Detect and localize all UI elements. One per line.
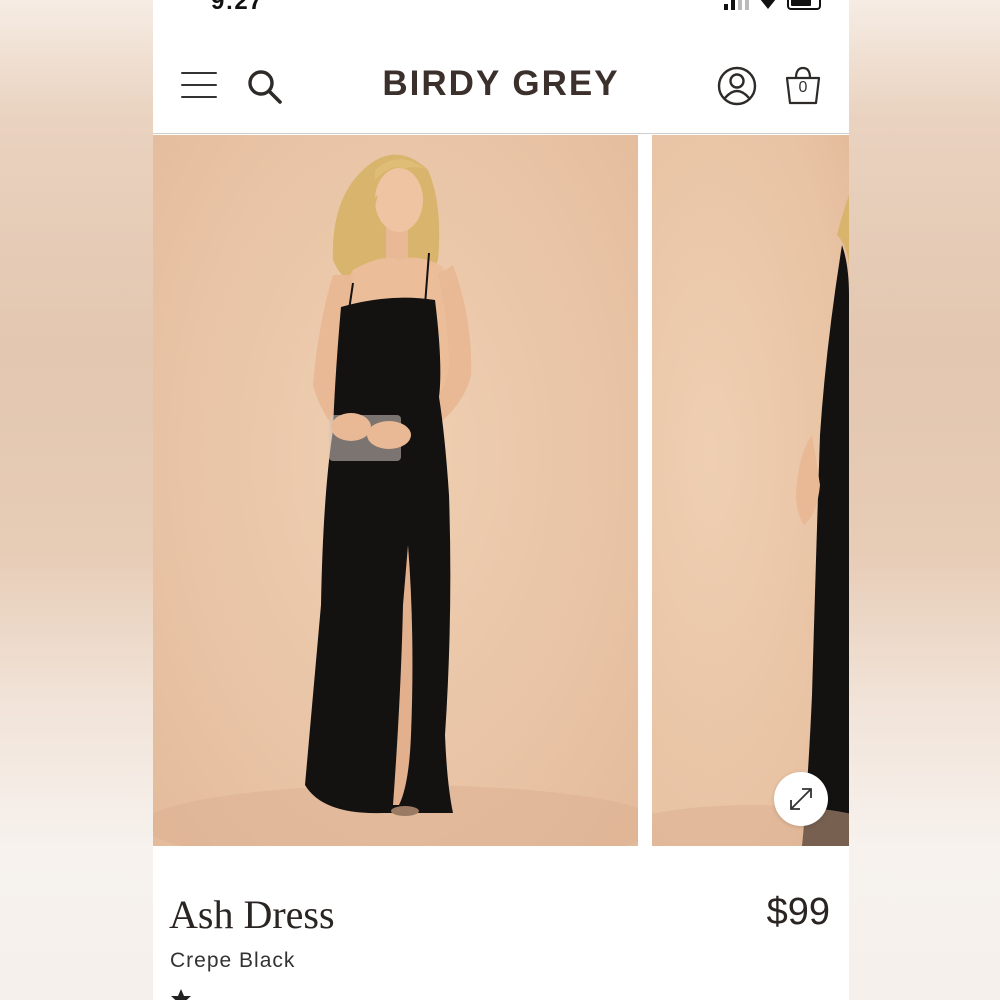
battery-icon [787, 0, 821, 10]
wifi-icon [760, 0, 776, 9]
star-icon [171, 989, 191, 1000]
hamburger-menu-icon[interactable] [181, 72, 217, 100]
shopping-bag-icon[interactable]: 0 [784, 66, 822, 106]
cellular-signal-icon [724, 0, 749, 10]
status-bar: 9:27 [153, 0, 849, 14]
site-header: BIRDY GREY 0 [153, 40, 849, 134]
product-photo-main[interactable] [153, 135, 638, 846]
product-photo-next[interactable] [652, 135, 849, 846]
search-icon[interactable] [246, 68, 284, 106]
cart-count: 0 [798, 79, 808, 96]
status-time: 9:27 [211, 0, 264, 14]
product-price: $99 [766, 891, 830, 933]
user-account-icon[interactable] [717, 66, 757, 106]
product-color: Crepe Black [170, 949, 296, 972]
blurred-background-right [849, 0, 1000, 1000]
phone-screen: 9:27 BIRDY GREY 0 Ash Dress $99 Crepe Bl… [153, 0, 849, 1000]
expand-gallery-button[interactable] [774, 772, 828, 826]
expand-arrows-icon [790, 788, 812, 810]
model-wearing-dress-image [153, 154, 638, 846]
product-image-gallery[interactable] [153, 135, 849, 846]
product-title: Ash Dress [169, 892, 335, 937]
model-side-view-image [652, 195, 849, 846]
blurred-background-left [0, 0, 153, 1000]
status-icons [724, 0, 821, 10]
rating-row[interactable] [170, 988, 192, 1000]
